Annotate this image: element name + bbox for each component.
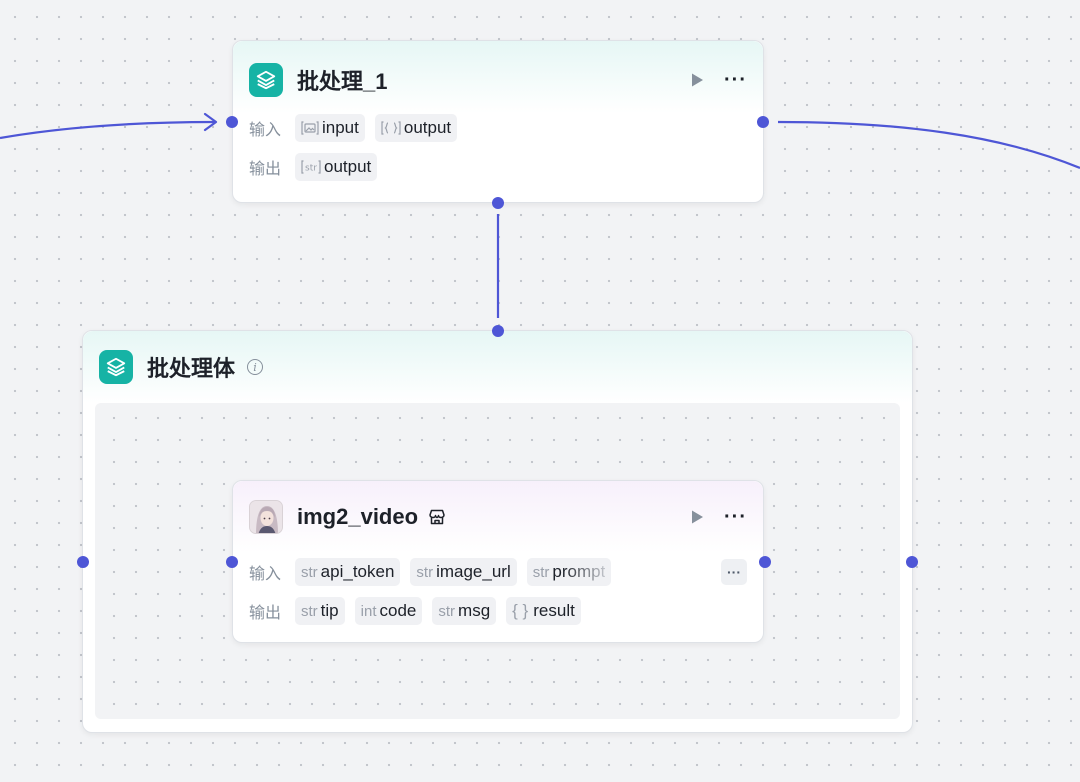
- batch-input-port[interactable]: [226, 116, 238, 128]
- batch-output-port[interactable]: [757, 116, 769, 128]
- wire-batch-out: [777, 120, 1080, 170]
- plugin-output-tag[interactable]: int code: [354, 597, 423, 625]
- layers-icon: [249, 63, 283, 97]
- plugin-input-row: 输入 str api_token str image_url str promp…: [233, 557, 763, 587]
- batch-node[interactable]: 批处理_1 ··· 输入 input output 输出 str output: [232, 40, 764, 203]
- arrow-batch-in: [203, 112, 218, 132]
- batch-body-title: 批处理体: [147, 356, 236, 381]
- batch-node-title: 批处理_1: [297, 69, 388, 94]
- output-label: 输出: [249, 605, 282, 622]
- plugin-input-port[interactable]: [226, 556, 238, 568]
- more-inputs-button[interactable]: ···: [721, 559, 747, 585]
- array-type-icon: [381, 121, 401, 135]
- batch-body-header[interactable]: 批处理体 i: [83, 331, 912, 403]
- input-label: 输入: [249, 566, 282, 583]
- batch-node-header[interactable]: 批处理_1 ···: [233, 41, 763, 113]
- batch-input-row: 输入 input output: [233, 113, 763, 143]
- batch-input-tag[interactable]: input: [295, 114, 365, 142]
- batch-output-row: 输出 str output: [233, 152, 763, 182]
- store-icon: [428, 509, 446, 525]
- batch-output-tag[interactable]: str output: [295, 153, 378, 181]
- plugin-input-tag[interactable]: str api_token: [295, 558, 401, 586]
- batch-body-source-port[interactable]: [492, 197, 504, 209]
- plugin-output-tag[interactable]: str tip: [295, 597, 345, 625]
- portrait-avatar: [249, 500, 283, 534]
- input-label: 输入: [249, 122, 282, 139]
- body-end-port[interactable]: [906, 556, 918, 568]
- output-label: 输出: [249, 161, 282, 178]
- plugin-output-row: 输出 str tip int code str msg { } result: [233, 596, 763, 626]
- plugin-node-title: img2_video: [297, 504, 419, 529]
- plugin-node-header[interactable]: img2_video ···: [233, 481, 763, 553]
- body-start-port[interactable]: [77, 556, 89, 568]
- plugin-output-tag[interactable]: str msg: [432, 597, 497, 625]
- more-button[interactable]: ···: [724, 507, 747, 527]
- plugin-input-tag[interactable]: str prompt: [526, 558, 612, 586]
- layers-icon: [99, 350, 133, 384]
- info-icon[interactable]: i: [247, 359, 264, 375]
- plugin-node[interactable]: img2_video ··· 输入 str api_token str imag…: [232, 480, 764, 643]
- wire-in-to-batch: [0, 120, 215, 140]
- plugin-output-tag[interactable]: { } result: [506, 597, 581, 625]
- plugin-output-port[interactable]: [759, 556, 771, 568]
- batch-input-tag[interactable]: output: [374, 114, 458, 142]
- play-icon[interactable]: [686, 69, 708, 91]
- str-type-icon: str: [301, 160, 321, 174]
- svg-text:str: str: [305, 164, 317, 174]
- play-icon[interactable]: [686, 506, 708, 528]
- batch-body-target-port[interactable]: [492, 325, 504, 337]
- more-button[interactable]: ···: [724, 70, 747, 90]
- image-type-icon: [301, 121, 319, 135]
- plugin-input-tag[interactable]: str image_url: [410, 558, 517, 586]
